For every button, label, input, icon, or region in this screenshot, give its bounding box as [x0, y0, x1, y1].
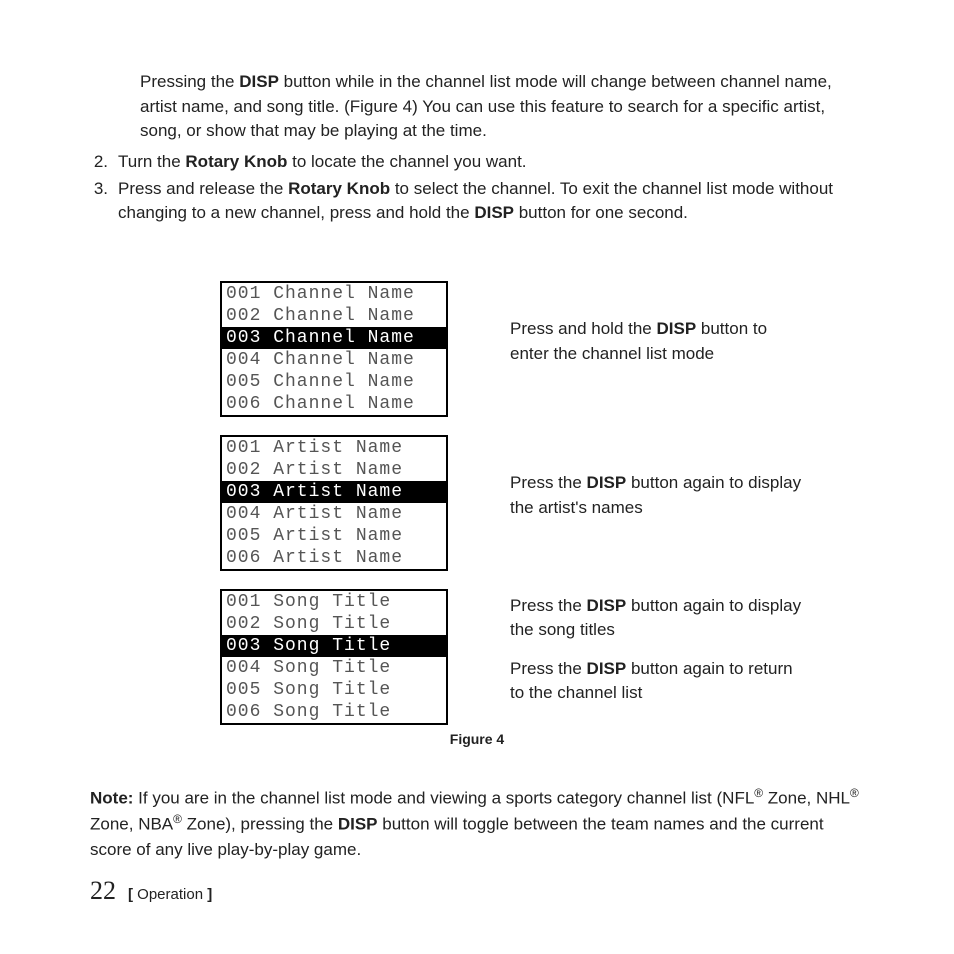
lcd-artist-list: 001 Artist Name 002 Artist Name 003 Arti…	[220, 435, 448, 571]
lcd-line: 004 Song Title	[222, 657, 446, 679]
lcd-channel-list: 001 Channel Name 002 Channel Name 003 Ch…	[220, 281, 448, 417]
lcd-line: 004 Channel Name	[222, 349, 446, 371]
lcd-line: 004 Artist Name	[222, 503, 446, 525]
page-number: 22	[90, 872, 116, 910]
panel-channel: 001 Channel Name 002 Channel Name 003 Ch…	[90, 281, 864, 417]
panel-caption: Press the DISP button again to display t…	[510, 471, 810, 534]
lcd-line: 005 Song Title	[222, 679, 446, 701]
panel-artist: 001 Artist Name 002 Artist Name 003 Arti…	[90, 435, 864, 571]
intro-paragraph: Pressing the DISP button while in the ch…	[140, 70, 864, 144]
figure-4: 001 Channel Name 002 Channel Name 003 Ch…	[90, 281, 864, 749]
lcd-line: 002 Song Title	[222, 613, 446, 635]
lcd-line: 005 Artist Name	[222, 525, 446, 547]
panel-song: 001 Song Title 002 Song Title 003 Song T…	[90, 589, 864, 725]
lcd-line-selected: 003 Song Title	[222, 635, 446, 657]
lcd-song-list: 001 Song Title 002 Song Title 003 Song T…	[220, 589, 448, 725]
lcd-line: 005 Channel Name	[222, 371, 446, 393]
lcd-line: 001 Artist Name	[222, 437, 446, 459]
panel-caption: Press and hold the DISP button to enter …	[510, 317, 810, 380]
page-footer: 22 [ Operation ]	[90, 872, 212, 910]
lcd-line-selected: 003 Artist Name	[222, 481, 446, 503]
step-number: 2.	[90, 150, 118, 175]
figure-label: Figure 4	[90, 729, 864, 749]
lcd-line-selected: 003 Channel Name	[222, 327, 446, 349]
lcd-line: 001 Song Title	[222, 591, 446, 613]
lcd-line: 001 Channel Name	[222, 283, 446, 305]
panel-caption: Press the DISP button again to display t…	[510, 594, 810, 721]
step-2: 2. Turn the Rotary Knob to locate the ch…	[90, 150, 864, 175]
lcd-line: 006 Channel Name	[222, 393, 446, 415]
lcd-line: 006 Song Title	[222, 701, 446, 723]
step-list: 2. Turn the Rotary Knob to locate the ch…	[90, 150, 864, 226]
step-3: 3. Press and release the Rotary Knob to …	[90, 177, 864, 226]
lcd-line: 006 Artist Name	[222, 547, 446, 569]
note-paragraph: Note: If you are in the channel list mod…	[90, 785, 864, 862]
lcd-line: 002 Channel Name	[222, 305, 446, 327]
lcd-line: 002 Artist Name	[222, 459, 446, 481]
step-number: 3.	[90, 177, 118, 226]
